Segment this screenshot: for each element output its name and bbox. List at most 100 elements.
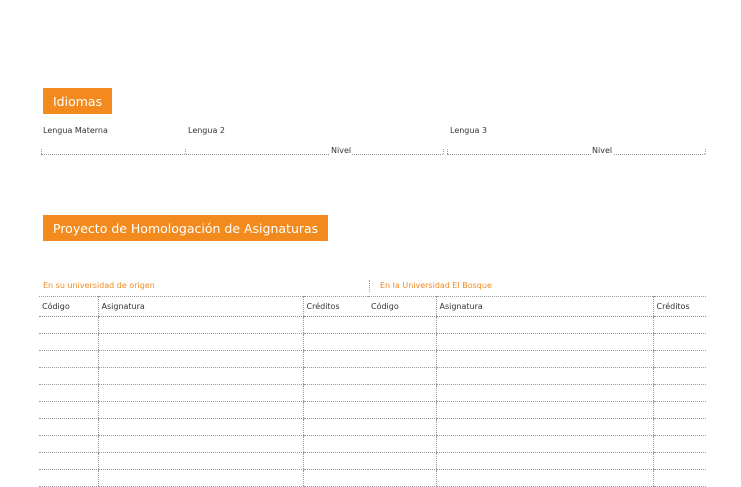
creditos-cell[interactable]	[302, 367, 368, 385]
codigo-cell[interactable]	[368, 469, 436, 487]
asignatura-cell[interactable]	[435, 401, 653, 419]
codigo-cell[interactable]	[368, 435, 436, 453]
table-row	[39, 401, 368, 419]
asignatura-cell[interactable]	[435, 333, 653, 351]
lengua-3-nivel-label: Nivel	[591, 146, 614, 155]
codigo-cell[interactable]	[368, 316, 436, 334]
asignatura-cell[interactable]	[435, 350, 653, 368]
proyecto-section-title: Proyecto de Homologación de Asignaturas	[43, 215, 329, 241]
asignatura-cell[interactable]	[435, 435, 653, 453]
creditos-cell[interactable]	[652, 435, 706, 453]
creditos-cell[interactable]	[302, 435, 368, 453]
creditos-cell[interactable]	[652, 469, 706, 487]
codigo-cell[interactable]	[39, 367, 98, 385]
table-row	[368, 350, 706, 368]
creditos-cell[interactable]	[652, 367, 706, 385]
creditos-cell[interactable]	[302, 452, 368, 470]
table-row	[39, 333, 368, 351]
asignatura-cell[interactable]	[97, 350, 303, 368]
creditos-cell[interactable]	[302, 469, 368, 487]
creditos-cell[interactable]	[652, 350, 706, 368]
codigo-header: Código	[368, 296, 436, 317]
asignatura-cell[interactable]	[97, 418, 303, 436]
table-row	[39, 452, 368, 470]
table-row	[368, 469, 706, 487]
codigo-cell[interactable]	[39, 350, 98, 368]
asignatura-cell[interactable]	[97, 469, 303, 487]
creditos-cell[interactable]	[302, 316, 368, 334]
table-row	[39, 384, 368, 402]
creditos-cell[interactable]	[652, 418, 706, 436]
codigo-cell[interactable]	[39, 469, 98, 487]
codigo-cell[interactable]	[368, 384, 436, 402]
codigo-cell[interactable]	[368, 333, 436, 351]
asignatura-cell[interactable]	[435, 367, 653, 385]
table-row	[39, 418, 368, 436]
codigo-cell[interactable]	[39, 401, 98, 419]
asignatura-cell[interactable]	[435, 418, 653, 436]
creditos-cell[interactable]	[652, 384, 706, 402]
idiomas-title-text: Idiomas	[53, 93, 103, 109]
asignatura-cell[interactable]	[97, 316, 303, 334]
lengua-materna-field[interactable]	[41, 154, 185, 155]
codigo-cell[interactable]	[368, 367, 436, 385]
asignatura-header: Asignatura	[97, 296, 303, 317]
codigo-cell[interactable]	[39, 384, 98, 402]
creditos-cell[interactable]	[302, 384, 368, 402]
creditos-cell[interactable]	[302, 401, 368, 419]
section-divider	[369, 280, 370, 292]
creditos-cell[interactable]	[302, 333, 368, 351]
codigo-cell[interactable]	[39, 418, 98, 436]
creditos-cell[interactable]	[652, 452, 706, 470]
asignatura-header: Asignatura	[435, 296, 653, 317]
table-row	[368, 452, 706, 470]
table-row	[368, 333, 706, 351]
table-row	[368, 316, 706, 334]
table-header-row: Código Asignatura Créditos	[39, 296, 368, 317]
asignatura-cell[interactable]	[435, 452, 653, 470]
asignatura-cell[interactable]	[97, 452, 303, 470]
table-row	[368, 435, 706, 453]
lengua-3-field[interactable]	[447, 154, 705, 155]
asignatura-cell[interactable]	[435, 316, 653, 334]
codigo-header: Código	[39, 296, 98, 317]
creditos-cell[interactable]	[302, 418, 368, 436]
table-row	[39, 435, 368, 453]
origin-university-label: En su universidad de origen	[43, 281, 155, 290]
asignatura-cell[interactable]	[97, 333, 303, 351]
lengua-3-label: Lengua 3	[450, 126, 487, 135]
asignatura-cell[interactable]	[435, 469, 653, 487]
asignatura-cell[interactable]	[97, 401, 303, 419]
codigo-cell[interactable]	[39, 333, 98, 351]
idiomas-section-title: Idiomas	[43, 88, 113, 114]
field-tick	[41, 149, 42, 154]
codigo-cell[interactable]	[368, 401, 436, 419]
lengua-2-nivel-label: Nivel	[330, 146, 353, 155]
asignatura-cell[interactable]	[97, 435, 303, 453]
table-row	[368, 401, 706, 419]
table-row	[39, 367, 368, 385]
asignatura-cell[interactable]	[97, 367, 303, 385]
codigo-cell[interactable]	[39, 435, 98, 453]
codigo-cell[interactable]	[39, 452, 98, 470]
origin-subjects-table: Código Asignatura Créditos	[39, 296, 368, 487]
table-row	[39, 350, 368, 368]
creditos-cell[interactable]	[652, 401, 706, 419]
table-header-row: Código Asignatura Créditos	[368, 296, 706, 317]
codigo-cell[interactable]	[368, 350, 436, 368]
table-row	[368, 384, 706, 402]
codigo-cell[interactable]	[368, 418, 436, 436]
lengua-materna-label: Lengua Materna	[43, 126, 108, 135]
el-bosque-subjects-table: Código Asignatura Créditos	[368, 296, 706, 487]
creditos-cell[interactable]	[652, 333, 706, 351]
codigo-cell[interactable]	[368, 452, 436, 470]
field-tick	[705, 149, 706, 154]
lengua-2-label: Lengua 2	[188, 126, 225, 135]
asignatura-cell[interactable]	[435, 384, 653, 402]
codigo-cell[interactable]	[39, 316, 98, 334]
lengua-2-field[interactable]	[186, 154, 443, 155]
asignatura-cell[interactable]	[97, 384, 303, 402]
creditos-cell[interactable]	[652, 316, 706, 334]
creditos-cell[interactable]	[302, 350, 368, 368]
table-row	[368, 418, 706, 436]
